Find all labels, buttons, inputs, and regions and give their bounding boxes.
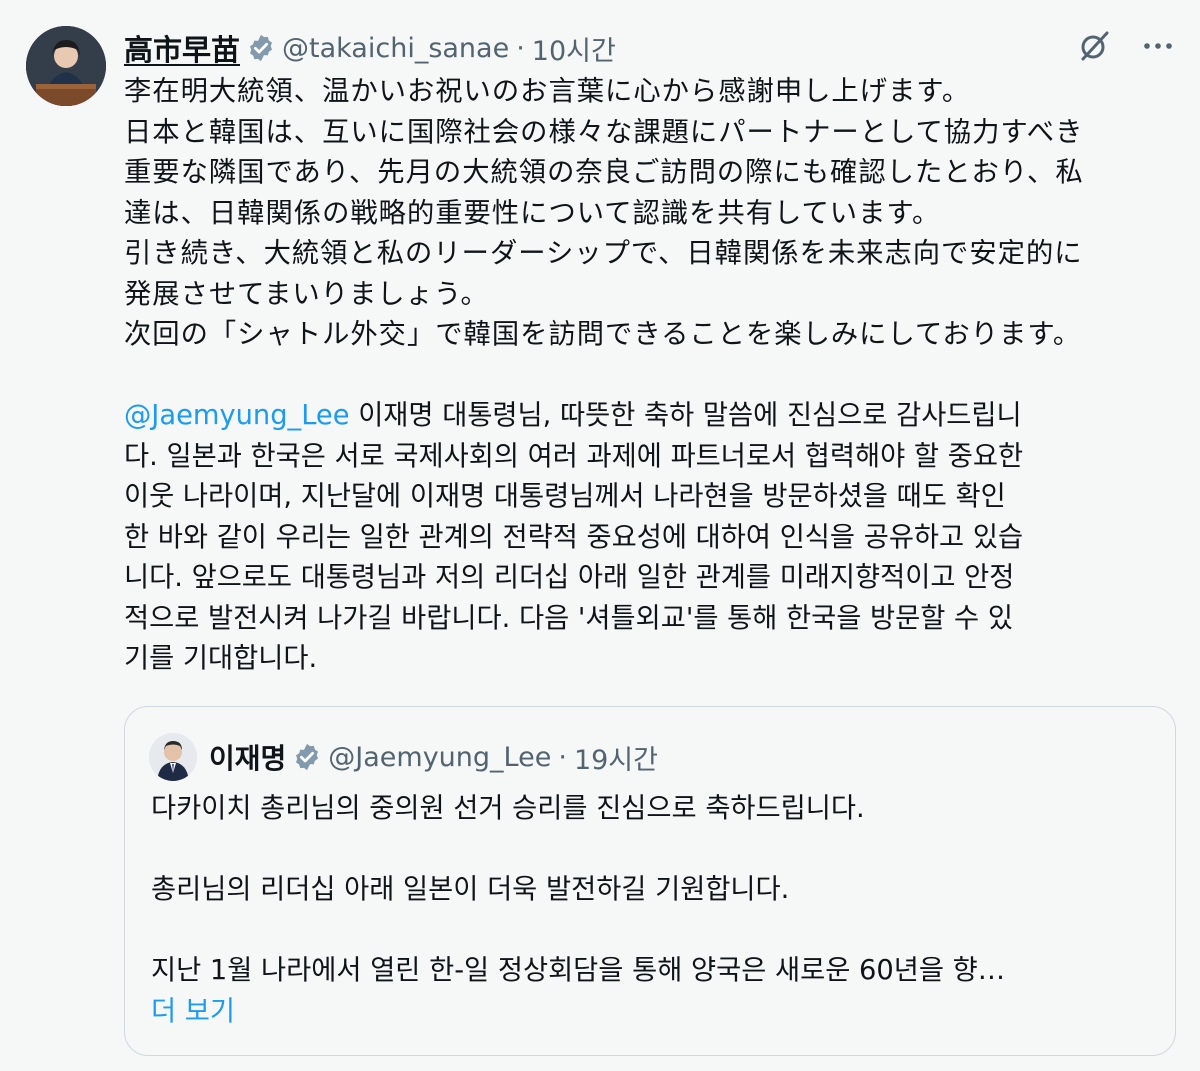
separator-dot: · bbox=[516, 32, 525, 64]
text-line: 日本と韓国は、互いに国際社会の様々な課題にパートナーとして協力すべき bbox=[124, 116, 1084, 148]
tweet-header: 高市早苗 @takaichi_sanae · 10시간 bbox=[124, 28, 616, 68]
text-line: 引き続き、大統領と私のリーダーシップで、日韓関係を未来志向で安定的に bbox=[124, 238, 1083, 269]
text-line: 다. 일본과 한국은 서로 국제사회의 여러 과제에 파트너로서 협력해야 할 … bbox=[124, 440, 1024, 472]
separator-dot: · bbox=[558, 741, 567, 773]
grok-icon[interactable] bbox=[1074, 26, 1114, 66]
text-segment: 이재명 대통령님, 따뜻한 축하 말씀에 진심으로 감사드립니 bbox=[349, 400, 1022, 431]
text-line: 李在明大統領、温かいお祝いのお言葉に心から感謝申し上げます。 bbox=[124, 76, 971, 107]
quoted-tweet-text: 다카이치 총리님의 중의원 선거 승리를 진심으로 축하드립니다. 총리님의 리… bbox=[151, 789, 1151, 1032]
text-line: 니다. 앞으로도 대통령님과 저의 리더십 아래 일한 관계를 미래지향적이고 … bbox=[124, 562, 1015, 593]
quoted-tweet[interactable]: 이재명 @Jaemyung_Lee · 19시간 다카이치 총리님의 중의원 선… bbox=[124, 706, 1176, 1056]
quoted-author-handle[interactable]: @Jaemyung_Lee bbox=[328, 742, 551, 773]
quoted-header: 이재명 @Jaemyung_Lee · 19시간 bbox=[209, 735, 658, 779]
text-line: 重要な隣国であり、先月の大統領の奈良ご訪問の際にも確認したとおり、私 bbox=[124, 157, 1084, 188]
text-line: 지난 1월 나라에서 열린 한-일 정상회담을 통해 양국은 새로운 60년을 … bbox=[151, 955, 1006, 986]
text-line: 発展させてまいりましょう。 bbox=[124, 278, 489, 310]
text-line: 한 바와 같이 우리는 일한 관계의 전략적 중요성에 대하여 인식을 공유하고… bbox=[124, 521, 1024, 553]
author-name[interactable]: 高市早苗 bbox=[124, 27, 240, 69]
mention-link[interactable]: @Jaemyung_Lee bbox=[124, 400, 350, 431]
verified-badge-icon[interactable] bbox=[292, 742, 322, 772]
quoted-author-name[interactable]: 이재명 bbox=[209, 737, 286, 777]
text-line: 이웃 나라이며, 지난달에 이재명 대통령님께서 나라현을 방문하셨을 때도 확… bbox=[124, 481, 1006, 512]
tweet-text-korean: @Jaemyung_Lee 이재명 대통령님, 따뜻한 축하 말씀에 진심으로 … bbox=[124, 396, 1174, 680]
quoted-author-avatar[interactable] bbox=[149, 733, 197, 781]
author-handle[interactable]: @takaichi_sanae bbox=[282, 33, 509, 64]
author-avatar[interactable] bbox=[26, 26, 106, 106]
text-line: 기를 기대합니다. bbox=[124, 643, 318, 674]
tweet-time[interactable]: 10시간 bbox=[532, 29, 616, 68]
verified-badge-icon[interactable] bbox=[246, 33, 276, 63]
show-more-link[interactable]: 더 보기 bbox=[151, 992, 1151, 1033]
quoted-tweet-time[interactable]: 19시간 bbox=[574, 738, 658, 777]
text-line: 적으로 발전시켜 나가길 바랍니다. 다음 '셔틀외교'를 통해 한국을 방문할… bbox=[124, 602, 1013, 634]
text-line: 達は、日韓関係の戦略的重要性について認識を共有しています。 bbox=[124, 197, 941, 229]
text-line: 총리님의 리더십 아래 일본이 더욱 발전하길 기원합니다. bbox=[151, 874, 790, 905]
text-line: @Jaemyung_Lee 이재명 대통령님, 따뜻한 축하 말씀에 진심으로 … bbox=[124, 396, 1174, 437]
tweet[interactable]: 高市早苗 @takaichi_sanae · 10시간 李在明大統領、温かいお祝… bbox=[0, 0, 1200, 1071]
more-icon[interactable] bbox=[1138, 26, 1178, 66]
text-line: 다카이치 총리님의 중의원 선거 승리를 진심으로 축하드립니다. bbox=[151, 793, 865, 824]
tweet-text-japanese: 李在明大統領、温かいお祝いのお言葉に心から感謝申し上げます。 日本と韓国は、互い… bbox=[124, 72, 1174, 356]
text-line: 次回の「シャトル外交」で韓国を訪問できることを楽しみにしております。 bbox=[124, 319, 1082, 350]
tweet-actions bbox=[1074, 26, 1178, 66]
